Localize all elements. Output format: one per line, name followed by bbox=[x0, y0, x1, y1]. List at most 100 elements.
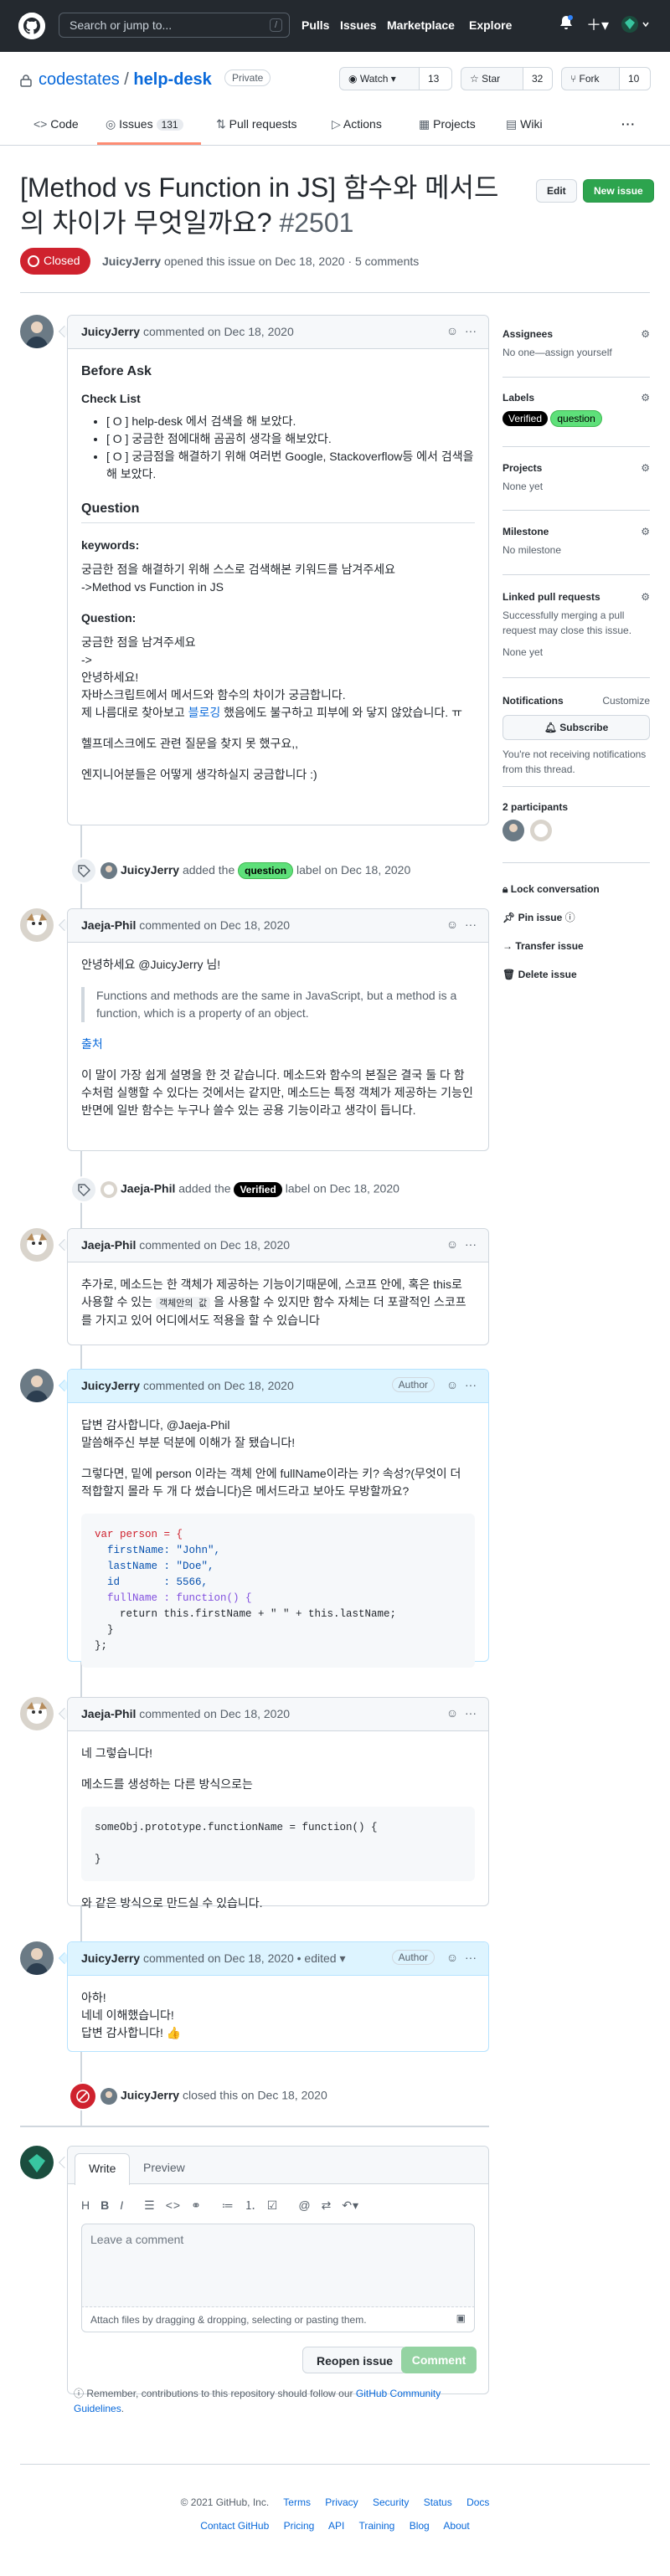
comment-author[interactable]: JuicyJerry bbox=[81, 1951, 140, 1965]
kebab-menu-icon[interactable]: ··· bbox=[465, 1706, 477, 1720]
verified-label-chip[interactable]: Verified bbox=[234, 1181, 282, 1197]
create-new-plus-icon[interactable]: ＋▾ bbox=[586, 13, 609, 35]
write-tab[interactable]: Write bbox=[75, 2153, 131, 2185]
assignees-value[interactable]: No one—assign yourself bbox=[502, 347, 650, 358]
emoji-reaction-icon[interactable]: ☺ bbox=[446, 1378, 458, 1391]
notification-bell-icon[interactable] bbox=[559, 15, 573, 33]
avatar-juicyjerry[interactable] bbox=[20, 315, 54, 348]
nav-pulls[interactable]: Pulls bbox=[302, 18, 329, 32]
comment-timestamp[interactable]: commented on Dec 18, 2020 bbox=[139, 1707, 290, 1720]
emoji-reaction-icon[interactable]: ☺ bbox=[446, 1951, 458, 1964]
labels-title[interactable]: Labels bbox=[502, 392, 650, 404]
edit-button[interactable]: Edit bbox=[536, 179, 577, 203]
kebab-menu-icon[interactable]: ··· bbox=[465, 918, 477, 931]
attach-files-bar[interactable]: Attach files by dragging & dropping, sel… bbox=[81, 2307, 475, 2332]
reply-icon[interactable]: ↶▾ bbox=[342, 2198, 359, 2212]
event-actor[interactable]: JuicyJerry bbox=[121, 2089, 179, 2102]
tab-issues[interactable]: ◎ Issues 131 bbox=[106, 117, 183, 131]
comment-timestamp[interactable]: commented on Dec 18, 2020 bbox=[143, 325, 294, 338]
gear-icon[interactable]: ⚙ bbox=[641, 462, 650, 474]
emoji-reaction-icon[interactable]: ☺ bbox=[446, 1237, 458, 1251]
task-list-icon[interactable]: ☑ bbox=[267, 2198, 279, 2212]
gear-icon[interactable]: ⚙ bbox=[641, 328, 650, 340]
italic-icon[interactable]: I bbox=[120, 2198, 124, 2212]
participant-avatar-jaeja-phil[interactable] bbox=[530, 820, 553, 841]
footer-link-blog[interactable]: Blog bbox=[410, 2520, 430, 2532]
avatar-juicyjerry-small[interactable] bbox=[100, 862, 117, 880]
avatar-juicyjerry-small[interactable] bbox=[100, 2088, 117, 2105]
avatar-jaeja-phil-small[interactable] bbox=[100, 1181, 117, 1198]
gear-icon[interactable]: ⚙ bbox=[641, 526, 650, 537]
gear-icon[interactable]: ⚙ bbox=[641, 392, 650, 404]
mention-icon[interactable]: @ bbox=[298, 2198, 311, 2212]
star-button[interactable]: ☆ Star bbox=[461, 67, 523, 90]
numbered-list-icon[interactable]: ⒈ bbox=[245, 2198, 257, 2212]
emoji-reaction-icon[interactable]: ☺ bbox=[446, 324, 458, 337]
cross-reference-icon[interactable]: ⇄ bbox=[322, 2198, 332, 2212]
bold-icon[interactable]: B bbox=[100, 2198, 110, 2212]
delete-issue-action[interactable]: 🗑︎ Delete issue bbox=[502, 960, 650, 989]
emoji-reaction-icon[interactable]: ☺ bbox=[446, 918, 458, 931]
sidebar-label-verified[interactable]: Verified bbox=[502, 411, 549, 426]
comment-author[interactable]: Jaeja-Phil bbox=[81, 1238, 136, 1252]
new-issue-button[interactable]: New issue bbox=[583, 179, 654, 203]
assignees-title[interactable]: Assignees bbox=[502, 328, 650, 340]
question-label-chip[interactable]: question bbox=[238, 862, 294, 879]
watch-count[interactable]: 13 bbox=[419, 67, 452, 90]
comment-author[interactable]: Jaeja-Phil bbox=[81, 918, 136, 932]
tab-projects[interactable]: ▦ Projects bbox=[419, 117, 476, 131]
reopen-issue-button[interactable]: Reopen issue bbox=[302, 2347, 408, 2373]
footer-link-status[interactable]: Status bbox=[424, 2496, 452, 2508]
more-menu-icon[interactable]: ··· bbox=[621, 117, 636, 131]
nav-marketplace[interactable]: Marketplace bbox=[387, 18, 455, 32]
footer-link-pricing[interactable]: Pricing bbox=[284, 2520, 315, 2532]
subscribe-button[interactable]: 🔔︎ Subscribe bbox=[502, 715, 650, 740]
tab-wiki[interactable]: ▤ Wiki bbox=[506, 117, 543, 131]
comment-timestamp[interactable]: commented on Dec 18, 2020 bbox=[139, 918, 290, 932]
quote-icon[interactable]: ☰ bbox=[144, 2198, 156, 2212]
nav-explore[interactable]: Explore bbox=[469, 18, 512, 32]
nav-issues[interactable]: Issues bbox=[340, 18, 377, 32]
comment-textarea[interactable]: Leave a comment bbox=[81, 2224, 475, 2307]
fork-button[interactable]: ⑂ Fork bbox=[561, 67, 620, 90]
code-icon[interactable]: <> bbox=[166, 2198, 181, 2212]
repo-name-link[interactable]: help-desk bbox=[133, 70, 211, 89]
avatar-jaeja-phil[interactable] bbox=[20, 908, 54, 942]
footer-link-docs[interactable]: Docs bbox=[466, 2496, 489, 2508]
kebab-menu-icon[interactable]: ··· bbox=[465, 1378, 477, 1391]
projects-title[interactable]: Projects bbox=[502, 462, 650, 474]
event-actor[interactable]: JuicyJerry bbox=[121, 863, 179, 877]
avatar-juicyjerry[interactable] bbox=[20, 1941, 54, 1975]
tab-pull-requests[interactable]: ⇅ Pull requests bbox=[216, 117, 297, 131]
event-actor[interactable]: Jaeja-Phil bbox=[121, 1182, 175, 1195]
tab-code[interactable]: <> Code bbox=[34, 117, 79, 131]
footer-link-api[interactable]: API bbox=[328, 2520, 344, 2532]
kebab-menu-icon[interactable]: ··· bbox=[465, 1951, 477, 1964]
linked-prs-title[interactable]: Linked pull requests bbox=[502, 589, 650, 604]
avatar-jaeja-phil[interactable] bbox=[20, 1228, 54, 1262]
comment-timestamp[interactable]: commented on Dec 18, 2020 bbox=[143, 1379, 294, 1392]
milestone-title[interactable]: Milestone bbox=[502, 526, 650, 537]
transfer-issue-action[interactable]: → Transfer issue bbox=[502, 932, 650, 960]
star-count[interactable]: 32 bbox=[523, 67, 553, 90]
github-logo-icon[interactable] bbox=[18, 13, 45, 39]
tab-actions[interactable]: ▷ Actions bbox=[332, 117, 382, 131]
global-search-input[interactable]: Search or jump to... / bbox=[59, 13, 290, 38]
comment-author[interactable]: JuicyJerry bbox=[81, 1379, 140, 1392]
footer-link-security[interactable]: Security bbox=[373, 2496, 409, 2508]
comment-timestamp[interactable]: commented on Dec 18, 2020 bbox=[139, 1238, 290, 1252]
pin-issue-action[interactable]: 📌︎ Pin issue ⓘ bbox=[502, 903, 650, 932]
markdown-icon[interactable]: ▣ bbox=[456, 2312, 466, 2324]
gear-icon[interactable]: ⚙ bbox=[641, 589, 650, 604]
blog-link[interactable]: 블로깅 bbox=[188, 706, 221, 719]
participant-avatar-juicyjerry[interactable] bbox=[502, 820, 524, 841]
sidebar-label-question[interactable]: question bbox=[550, 410, 602, 427]
issue-author-link[interactable]: JuicyJerry bbox=[102, 255, 161, 268]
kebab-menu-icon[interactable]: ··· bbox=[465, 1237, 477, 1251]
emoji-reaction-icon[interactable]: ☺ bbox=[446, 1706, 458, 1720]
fork-count[interactable]: 10 bbox=[619, 67, 651, 90]
comment-author[interactable]: Jaeja-Phil bbox=[81, 1707, 136, 1720]
link-icon[interactable]: ⚭ bbox=[191, 2198, 202, 2212]
footer-link-about[interactable]: About bbox=[443, 2520, 469, 2532]
comment-author[interactable]: JuicyJerry bbox=[81, 325, 140, 338]
